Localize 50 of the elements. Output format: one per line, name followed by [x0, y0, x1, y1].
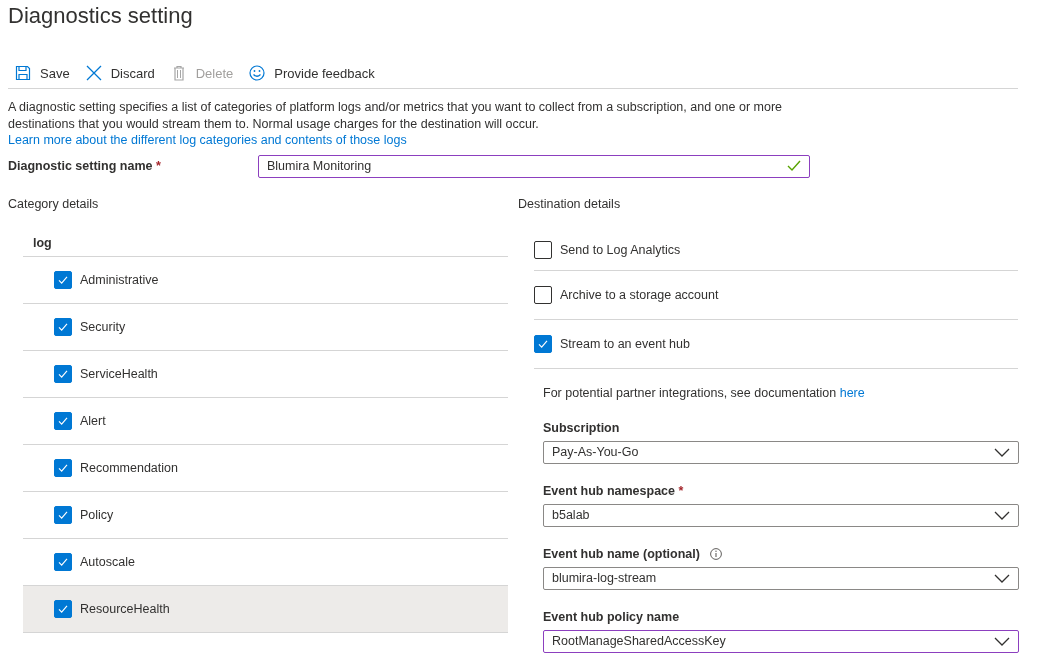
- dropdown[interactable]: RootManageSharedAccessKey: [543, 629, 1019, 653]
- checkbox[interactable]: [534, 285, 552, 304]
- section-heading: Destination details: [518, 195, 622, 212]
- chevron-down-icon: [994, 447, 1010, 457]
- setting-name-label: Diagnostic setting name *: [8, 159, 162, 173]
- learn-more-link[interactable]: Learn more about the different log categories and contents of those logs: [8, 133, 407, 147]
- discard-button[interactable]: Discard: [77, 60, 163, 86]
- here-link[interactable]: here: [839, 385, 865, 400]
- checkbox-label: Administrative: [80, 272, 159, 287]
- section-heading: Category details: [8, 195, 100, 212]
- checkbox-label: Recommendation: [80, 460, 178, 475]
- checkbox[interactable]: [54, 505, 72, 524]
- dropdown[interactable]: blumira-log-stream: [543, 566, 1019, 590]
- checkbox[interactable]: [54, 458, 72, 477]
- setting-name-field[interactable]: Blumira Monitoring: [258, 154, 810, 178]
- checkbox[interactable]: [54, 364, 72, 383]
- group-header: log: [23, 229, 508, 257]
- checkbox[interactable]: [54, 411, 72, 430]
- checkbox-label: Security: [80, 319, 126, 334]
- checkbox-label: Autoscale: [80, 554, 135, 569]
- checkbox-label: Alert: [80, 413, 106, 428]
- checkbox[interactable]: [534, 334, 552, 353]
- close-icon: [85, 65, 102, 81]
- save-button[interactable]: Save: [8, 60, 78, 86]
- checkbox[interactable]: [54, 317, 72, 336]
- chevron-down-icon: [994, 636, 1010, 646]
- dropdown[interactable]: b5alab: [543, 503, 1019, 527]
- feedback-button[interactable]: Provide feedback: [241, 60, 383, 86]
- chevron-down-icon: [994, 510, 1010, 520]
- field-label: Event hub name (optional): [543, 547, 700, 561]
- checkbox-label: Archive to a storage account: [560, 287, 719, 302]
- chevron-down-icon: [994, 573, 1010, 583]
- checkbox[interactable]: [534, 240, 552, 259]
- page-title: Diagnostics setting: [8, 2, 194, 30]
- save-icon: [15, 65, 31, 81]
- checkbox-label: Send to Log Analytics: [560, 242, 681, 257]
- field-label: Subscription: [543, 421, 620, 435]
- partner-note: For potential partner integrations, see documentation here: [543, 384, 866, 401]
- checkbox[interactable]: [54, 599, 72, 618]
- field-label: Event hub namespace *: [543, 484, 684, 498]
- checkbox-label: ServiceHealth: [80, 366, 158, 381]
- checkbox-label: Policy: [80, 507, 114, 522]
- dropdown[interactable]: Pay-As-You-Go: [543, 440, 1019, 464]
- checkbox[interactable]: [54, 270, 72, 289]
- smiley-icon: [249, 65, 266, 81]
- checkbox[interactable]: [54, 552, 72, 571]
- checkbox-label: ResourceHealth: [80, 601, 170, 616]
- checkbox-label: Stream to an event hub: [560, 336, 690, 351]
- description-text: A diagnostic setting specifies a list of categories of platform logs and/or metrics that you want to collect from a subscription, and one or more destinations that you would stream them to. Normal usage charges for the destination will occur. Learn more about the different log categories and contents of those logs: [8, 99, 783, 149]
- field-label: Event hub policy name: [543, 610, 680, 624]
